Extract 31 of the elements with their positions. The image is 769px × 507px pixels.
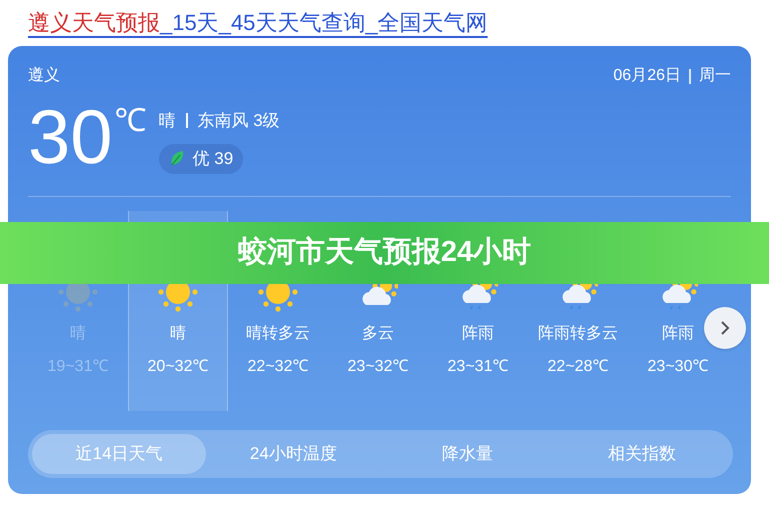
condition-label: 晴 (70, 324, 86, 344)
chevron-right-icon (720, 320, 730, 336)
condition-label: 晴转多云 (246, 324, 310, 344)
tab[interactable]: 24小时温度 (206, 434, 380, 474)
condition-label: 阵雨转多云 (538, 324, 618, 344)
headline-link[interactable]: 遵义天气预报_15天_45天天气查询_全国天气网 (28, 10, 488, 35)
temperature-unit: ℃ (114, 104, 147, 140)
date-text: 06月26日 (613, 66, 681, 86)
next-arrow-button[interactable] (704, 307, 746, 349)
condition-label: 阵雨 (462, 324, 494, 344)
temperature-value: 30 (28, 100, 113, 182)
condition-label: 晴 (170, 324, 186, 344)
temperature-range: 22~28℃ (548, 357, 608, 377)
tab[interactable]: 近14日天气 (32, 434, 206, 474)
condition-label: 阵雨 (662, 324, 694, 344)
city-name: 遵义 (28, 66, 60, 86)
tab[interactable]: 降水量 (380, 434, 555, 474)
temperature-range: 23~30℃ (648, 357, 708, 377)
weekday-text: 周一 (699, 66, 731, 86)
temperature-range: 23~32℃ (348, 357, 408, 377)
temperature-range: 20~32℃ (148, 357, 208, 377)
temperature-range: 19~31℃ (48, 357, 108, 377)
tab[interactable]: 相关指数 (554, 434, 729, 474)
air-quality-badge: 优 39 (158, 144, 244, 174)
leaf-icon (168, 150, 185, 168)
banner-title: 蛟河市天气预报24小时 (238, 234, 532, 270)
temperature-range: 23~31℃ (448, 357, 508, 377)
condition-label: 多云 (362, 324, 394, 344)
condition-text: 晴 (158, 110, 176, 132)
temperature-range: 22~32℃ (248, 357, 308, 377)
wind-text: 东南风 3级 (198, 110, 280, 132)
